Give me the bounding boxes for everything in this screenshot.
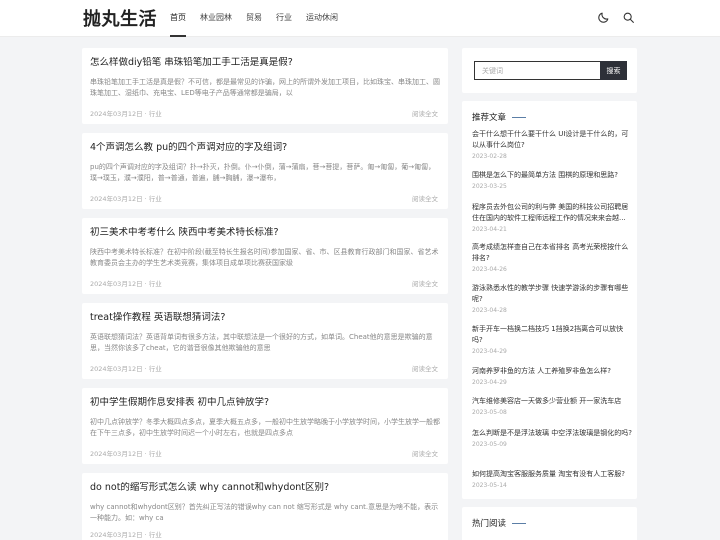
- recommended-item-title[interactable]: 汽车维修美容店一天做多少营业额 开一家洗车店: [472, 396, 632, 407]
- list-item[interactable]: 河南养罗非鱼的方法 人工养殖罗非鱼怎么样? 2023-04-29: [472, 366, 632, 386]
- recommended-item-date: 2023-05-09: [472, 441, 507, 448]
- recommended-item-title[interactable]: 怎么判断是不是浮法玻璃 中空浮法玻璃是钢化的吗?: [472, 428, 632, 439]
- recommended-item-title[interactable]: 游泳熟悉水性的教学步骤 快速学游泳的步骤有哪些呢?: [472, 283, 632, 305]
- article-excerpt: 陕西中考美术特长标准？在初中阶段(截至特长生报名时间)参加国家、省、市、区县教育…: [90, 248, 439, 267]
- nav-item-forestry[interactable]: 林业园林: [200, 0, 232, 37]
- search-widget: 搜索: [462, 48, 637, 93]
- article-meta: 2024年03月12日 · 行业: [90, 195, 162, 203]
- read-more-link[interactable]: 阅读全文: [412, 448, 438, 458]
- article-title[interactable]: treat操作教程 英语联想猜词法?: [90, 312, 440, 324]
- recommended-item-date: 2023-05-08: [472, 409, 507, 416]
- article-excerpt: 串珠铅笔加工手工活是真是假？不可信，都是最常见的诈骗，网上的所谓外发加工项目，比…: [90, 78, 440, 97]
- recommended-item-date: 2023-04-29: [472, 348, 507, 355]
- article-title[interactable]: 初中学生假期作息安排表 初中几点钟放学?: [90, 397, 440, 409]
- article-date: 2024年03月12日: [90, 195, 143, 203]
- article-category[interactable]: 行业: [149, 110, 162, 118]
- article-excerpt: why cannot和whydont区别？首先纠正写法的错误why can no…: [90, 503, 439, 522]
- list-item[interactable]: 围棋是怎么下的最简单方法 围棋的原理和思路? 2023-03-25: [472, 170, 632, 190]
- recommended-item-title[interactable]: 围棋是怎么下的最简单方法 围棋的原理和思路?: [472, 170, 632, 181]
- recommended-item-title[interactable]: 河南养罗非鱼的方法 人工养殖罗非鱼怎么样?: [472, 366, 632, 377]
- article-title[interactable]: 初三美术中考考什么 陕西中考美术特长标准?: [90, 227, 440, 239]
- site-header: 抛丸生活 首页 林业园林 贸易 行业 运动休闲: [0, 0, 720, 37]
- site-logo[interactable]: 抛丸生活: [83, 5, 157, 31]
- article-date: 2024年03月12日: [90, 280, 143, 288]
- article-meta: 2024年03月12日 · 行业: [90, 531, 162, 539]
- search-icon[interactable]: [622, 11, 636, 25]
- article-title[interactable]: 怎么样做diy铅笔 串珠铅笔加工手工活是真是假?: [90, 57, 440, 69]
- list-item[interactable]: 游泳熟悉水性的教学步骤 快速学游泳的步骤有哪些呢? 2023-04-28: [472, 283, 632, 314]
- article-card: do not的缩写形式怎么读 why cannot和whydont区别? why…: [82, 473, 448, 540]
- article-excerpt: 初中几点钟放学？冬季大概四点多点，夏季大概五点多，一般初中生放学略晚于小学放学时…: [90, 418, 440, 437]
- article-meta: 2024年03月12日 · 行业: [90, 280, 162, 288]
- read-more-link[interactable]: 阅读全文: [412, 193, 438, 203]
- article-title[interactable]: 4个声调怎么教 pu的四个声调对应的字及组词?: [90, 142, 440, 154]
- read-more-link[interactable]: 阅读全文: [412, 363, 438, 373]
- list-item[interactable]: 新手开车一档换二档技巧 1挡换2挡离合可以放快吗? 2023-04-29: [472, 324, 632, 355]
- article-category[interactable]: 行业: [149, 531, 162, 539]
- recommended-item-title[interactable]: 程序员去外包公司的利与弊 美国的科技公司招聘居住在国内的软件工程师远程工作的情况…: [472, 202, 632, 224]
- article-date: 2024年03月12日: [90, 365, 143, 373]
- article-excerpt: pu的四个声调对应的字及组词？扑→扑灭，扑倒。仆→仆倒，蒲→蒲扇，菩→菩提，菩萨…: [90, 163, 436, 182]
- title-divider: [512, 523, 526, 524]
- nav-item-home[interactable]: 首页: [170, 0, 186, 37]
- list-item[interactable]: 程序员去外包公司的利与弊 美国的科技公司招聘居住在国内的软件工程师远程工作的情况…: [472, 202, 632, 233]
- recommended-item-title[interactable]: 高考成绩怎样查自己在本省排名 高考光荣榜按什么排名?: [472, 242, 632, 264]
- article-meta: 2024年03月12日 · 行业: [90, 110, 162, 118]
- article-category[interactable]: 行业: [149, 280, 162, 288]
- search-button[interactable]: 搜索: [600, 61, 627, 80]
- list-item[interactable]: 会干什么想干什么要干什么 UI设计是干什么的，可以从事什么岗位? 2023-02…: [472, 129, 632, 160]
- recommended-item-date: 2023-04-21: [472, 226, 507, 233]
- recommended-item-title[interactable]: 新手开车一档换二档技巧 1挡换2挡离合可以放快吗?: [472, 324, 632, 346]
- article-card: 初中学生假期作息安排表 初中几点钟放学? 初中几点钟放学？冬季大概四点多点，夏季…: [82, 388, 448, 464]
- article-card: treat操作教程 英语联想猜词法? 英语联想猜词法？英语背单词有很多方法，其中…: [82, 303, 448, 379]
- recommended-item-date: 2023-05-14: [472, 482, 507, 489]
- list-item[interactable]: 怎么判断是不是浮法玻璃 中空浮法玻璃是钢化的吗? 2023-05-09: [472, 428, 632, 448]
- article-card: 初三美术中考考什么 陕西中考美术特长标准? 陕西中考美术特长标准？在初中阶段(截…: [82, 218, 448, 294]
- article-title[interactable]: do not的缩写形式怎么读 why cannot和whydont区别?: [90, 482, 440, 494]
- read-more-link[interactable]: 阅读全文: [412, 108, 438, 118]
- article-meta: 2024年03月12日 · 行业: [90, 365, 162, 373]
- recommended-item-date: 2023-03-25: [472, 183, 507, 190]
- recommended-item-date: 2023-04-26: [472, 266, 507, 273]
- article-date: 2024年03月12日: [90, 531, 143, 539]
- nav-item-trade[interactable]: 贸易: [246, 0, 262, 37]
- recommended-item-title[interactable]: 如何提高淘宝客服服务质量 淘宝有没有人工客服?: [472, 469, 632, 480]
- article-category[interactable]: 行业: [149, 365, 162, 373]
- list-item[interactable]: 汽车维修美容店一天做多少营业额 开一家洗车店 2023-05-08: [472, 396, 632, 416]
- article-category[interactable]: 行业: [149, 450, 162, 458]
- title-divider: [512, 117, 526, 118]
- list-item[interactable]: 高考成绩怎样查自己在本省排名 高考光荣榜按什么排名? 2023-04-26: [472, 242, 632, 273]
- recommended-item-date: 2023-04-28: [472, 307, 507, 314]
- recommended-item-title[interactable]: 会干什么想干什么要干什么 UI设计是干什么的，可以从事什么岗位?: [472, 129, 632, 151]
- recommended-title: 推荐文章: [472, 113, 507, 123]
- article-excerpt: 英语联想猜词法？英语背单词有很多方法，其中联想法是一个很好的方式，如单词。Che…: [90, 333, 433, 352]
- nav-item-industry[interactable]: 行业: [276, 0, 292, 37]
- article-date: 2024年03月12日: [90, 450, 143, 458]
- hot-reading-title: 热门阅读: [472, 519, 507, 529]
- recommended-widget: 推荐文章 会干什么想干什么要干什么 UI设计是干什么的，可以从事什么岗位? 20…: [462, 101, 637, 499]
- nav-item-sports[interactable]: 运动休闲: [306, 0, 338, 37]
- search-input[interactable]: [474, 61, 600, 80]
- main-nav: 首页 林业园林 贸易 行业 运动休闲: [170, 0, 352, 37]
- moon-icon[interactable]: [597, 11, 611, 25]
- article-meta: 2024年03月12日 · 行业: [90, 450, 162, 458]
- hot-reading-widget: 热门阅读: [462, 507, 637, 540]
- article-category[interactable]: 行业: [149, 195, 162, 203]
- article-card: 4个声调怎么教 pu的四个声调对应的字及组词? pu的四个声调对应的字及组词？扑…: [82, 133, 448, 209]
- article-date: 2024年03月12日: [90, 110, 143, 118]
- read-more-link[interactable]: 阅读全文: [412, 278, 438, 288]
- article-card: 怎么样做diy铅笔 串珠铅笔加工手工活是真是假? 串珠铅笔加工手工活是真是假？不…: [82, 48, 448, 124]
- list-item[interactable]: 如何提高淘宝客服服务质量 淘宝有没有人工客服? 2023-05-14: [472, 469, 632, 489]
- recommended-item-date: 2023-02-28: [472, 153, 507, 160]
- recommended-item-date: 2023-04-29: [472, 379, 507, 386]
